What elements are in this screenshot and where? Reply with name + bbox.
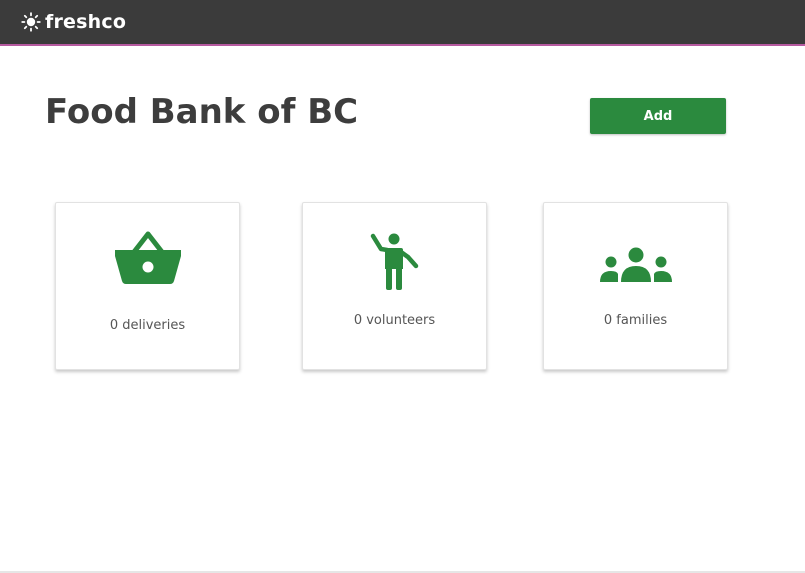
volunteers-count: 0 volunteers bbox=[353, 313, 436, 328]
brand-logo[interactable]: freshco bbox=[21, 11, 126, 33]
volunteers-card[interactable]: 0 volunteers bbox=[302, 202, 487, 370]
deliveries-card[interactable]: 0 deliveries bbox=[55, 202, 240, 370]
volunteer-icon bbox=[370, 233, 418, 290]
brand-name: freshco bbox=[45, 11, 127, 33]
families-card[interactable]: 0 families bbox=[543, 202, 728, 370]
basket-icon bbox=[114, 231, 181, 284]
sun-icon bbox=[21, 12, 41, 32]
top-nav-bar: freshco bbox=[0, 0, 805, 46]
page-title: Food Bank of BC bbox=[45, 92, 359, 132]
families-count: 0 families bbox=[603, 313, 668, 328]
group-icon bbox=[599, 247, 672, 282]
deliveries-count: 0 deliveries bbox=[109, 318, 186, 333]
add-button[interactable]: Add bbox=[590, 98, 726, 134]
